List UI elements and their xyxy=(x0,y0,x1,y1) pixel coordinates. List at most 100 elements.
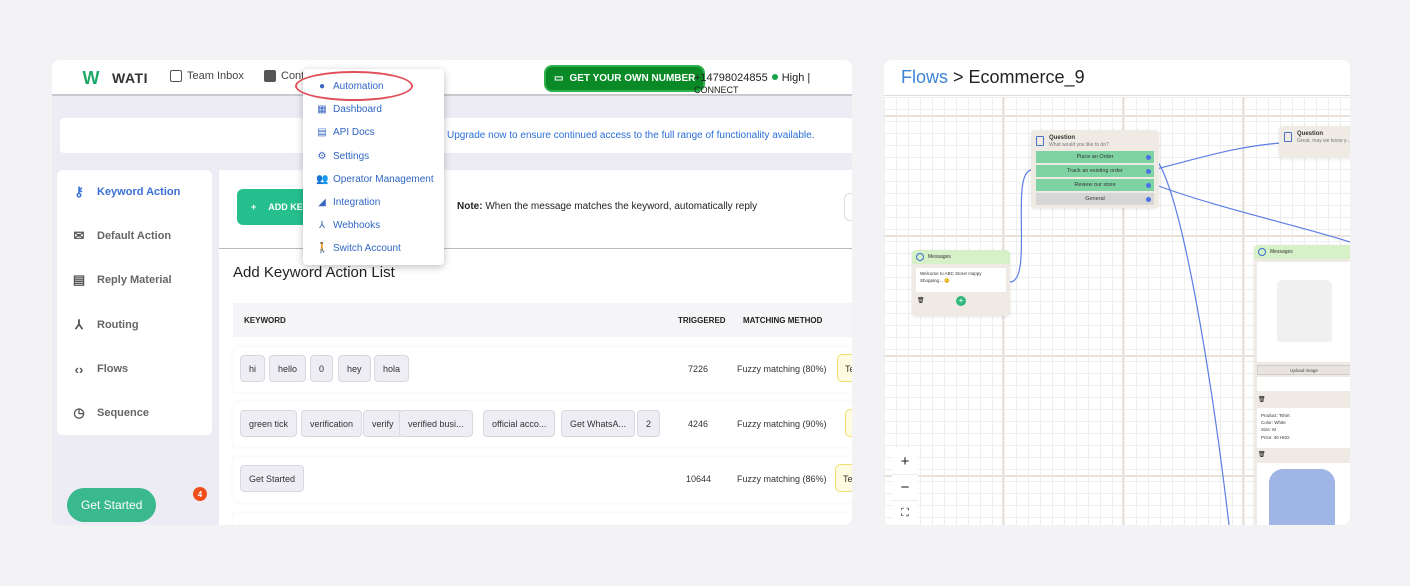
question-node[interactable]: Question Great, may we know y... to trac… xyxy=(1279,126,1350,158)
table-row[interactable]: hi hello 0 hey hola 7226 Fuzzy matching … xyxy=(233,347,852,392)
table-row[interactable]: Get Started 10644 Fuzzy matching (86%) T… xyxy=(233,457,852,502)
brand-name: WATI xyxy=(112,70,148,86)
connection-point[interactable] xyxy=(1146,168,1151,174)
connection-point[interactable] xyxy=(1146,154,1151,160)
table-header: KEYWORD TRIGGERED MATCHING METHOD xyxy=(233,303,852,337)
integration-icon: ◢ xyxy=(318,196,326,208)
menu-item-webhooks[interactable]: ⅄ Webhooks xyxy=(316,215,380,235)
sidebar-item-routing[interactable]: ⅄ Routing xyxy=(57,310,212,340)
routing-icon: ⅄ xyxy=(75,317,83,332)
book-icon: ▤ xyxy=(317,126,327,138)
add-step-icon[interactable]: + xyxy=(956,296,966,306)
menu-item-api-docs[interactable]: ▤ API Docs xyxy=(316,122,374,142)
keyword-chip: green tick xyxy=(240,410,298,437)
connection-status: CONNECT xyxy=(694,85,739,95)
get-your-own-number-button[interactable]: ▭ GET YOUR OWN NUMBER xyxy=(544,65,706,92)
keyword-chip: official acco... xyxy=(483,410,556,437)
document-icon xyxy=(1284,132,1292,142)
connector xyxy=(1151,142,1281,171)
zoom-in-button[interactable]: + xyxy=(892,449,918,475)
highlight-annotation xyxy=(295,71,413,101)
question-node[interactable]: Question What would you like to do? Plac… xyxy=(1031,130,1159,208)
monitor-icon: ▭ xyxy=(554,73,564,84)
option-button[interactable]: General xyxy=(1036,193,1154,205)
trash-icon[interactable]: 🗑 xyxy=(1258,451,1266,458)
automation-sidebar: ⚷ Keyword Action ✉ Default Action ▤ Repl… xyxy=(57,170,212,435)
dashboard-icon: ▦ xyxy=(317,103,327,115)
option-button[interactable]: Track an existing order xyxy=(1036,165,1154,177)
breadcrumb-current: Ecommerce_9 xyxy=(968,67,1085,87)
zoom-controls: + − ⛶ 🔓 xyxy=(892,449,918,525)
contacts-icon xyxy=(264,70,276,82)
nav-team-inbox[interactable]: Team Inbox xyxy=(170,70,244,82)
sidebar-item-flows[interactable]: ‹› Flows xyxy=(57,354,212,384)
message-node[interactable]: Messages Welcome to ABC Store! Happy Sho… xyxy=(912,250,1010,316)
breadcrumb: Flows > Ecommerce_9 xyxy=(901,67,1085,87)
get-started-button[interactable]: Get Started xyxy=(67,488,157,522)
plus-icon: + xyxy=(251,202,257,212)
connector xyxy=(1155,184,1350,243)
shirt-image xyxy=(1257,463,1350,525)
quality-label: High xyxy=(781,72,805,84)
flow-builder-panel: Flows > Ecommerce_9 Question What would … xyxy=(884,60,1350,525)
menu-item-operator-management[interactable]: 👥 Operator Management xyxy=(316,169,434,189)
search-box[interactable] xyxy=(844,193,852,221)
matching-method: Fuzzy matching (86%) xyxy=(737,474,827,484)
connection-point[interactable] xyxy=(1146,182,1151,188)
trash-icon[interactable]: 🗑 xyxy=(917,297,925,304)
reply-tag[interactable]: Te xyxy=(835,464,852,492)
menu-item-integration[interactable]: ◢ Integration xyxy=(316,192,380,212)
table-row[interactable] xyxy=(233,513,852,525)
upload-image-button[interactable]: Upload image xyxy=(1257,365,1350,375)
phone-number: +14798024855 xyxy=(694,72,768,84)
wati-logo-icon[interactable]: W xyxy=(80,67,102,89)
note-text: Note: When the message matches the keywo… xyxy=(457,201,758,212)
keyword-chip: verification xyxy=(301,410,363,437)
keyword-chip: Get WhatsA... xyxy=(561,410,636,437)
phone-status: +14798024855 High | CONNECT xyxy=(694,72,811,95)
sidebar-item-sequence[interactable]: ◷ Sequence xyxy=(57,398,212,428)
keyword-chip: Get Started xyxy=(240,465,305,492)
message-text: Welcome to ABC Store! Happy Shopping... … xyxy=(916,268,1006,292)
matching-method: Fuzzy matching (90%) xyxy=(737,419,827,429)
triggered-count: 7226 xyxy=(688,364,709,374)
message-icon xyxy=(1258,248,1266,256)
fit-view-button[interactable]: ⛶ xyxy=(892,501,918,525)
option-button[interactable]: Place an Order xyxy=(1036,151,1154,163)
sidebar-item-keyword-action[interactable]: ⚷ Keyword Action xyxy=(57,177,212,207)
keyword-chip: hola xyxy=(374,355,410,382)
inbox-icon xyxy=(170,70,182,82)
column-keyword: KEYWORD xyxy=(244,316,286,325)
keyword-chip: 0 xyxy=(310,355,334,382)
table-row[interactable]: green tick verification verify verified … xyxy=(233,402,852,447)
keyword-chip: hello xyxy=(269,355,307,382)
keyword-chip: 2 xyxy=(637,410,661,437)
top-navbar: W WATI Team Inbox Cont ▭ GET YOUR OWN NU… xyxy=(52,60,852,96)
connector xyxy=(1155,158,1230,525)
webhook-icon: ⅄ xyxy=(318,219,326,231)
menu-item-dashboard[interactable]: ▦ Dashboard xyxy=(316,99,382,119)
code-icon: ‹› xyxy=(74,361,84,377)
document-icon xyxy=(1036,136,1044,146)
trash-icon[interactable]: 🗑 xyxy=(1258,396,1266,403)
breadcrumb-flows-link[interactable]: Flows xyxy=(901,67,948,87)
reply-tag[interactable] xyxy=(845,409,852,437)
connector xyxy=(1009,169,1033,283)
column-matching-method: MATCHING METHOD xyxy=(743,316,823,325)
message-node[interactable]: Messages Upload image 🗑 Product: Tshirt … xyxy=(1254,245,1350,525)
sidebar-item-reply-material[interactable]: ▤ Reply Material xyxy=(57,265,212,295)
zoom-out-button[interactable]: − xyxy=(892,475,918,501)
connection-point[interactable] xyxy=(1146,196,1151,202)
option-button[interactable]: Review our store xyxy=(1036,179,1154,191)
keyword-chip: verify xyxy=(363,410,403,437)
tshirt-image xyxy=(1257,262,1350,362)
column-triggered: TRIGGERED xyxy=(678,316,726,325)
flow-canvas[interactable]: Question What would you like to do? Plac… xyxy=(884,97,1350,525)
reply-tag[interactable]: Te xyxy=(837,354,852,382)
keyword-chip: hey xyxy=(338,355,371,382)
upgrade-banner-text[interactable]: Upgrade now to ensure continued access t… xyxy=(447,130,814,141)
keyword-chip: verified busi... xyxy=(399,410,473,437)
menu-item-settings[interactable]: ⚙ Settings xyxy=(316,146,370,166)
sidebar-item-default-action[interactable]: ✉ Default Action xyxy=(57,221,212,251)
menu-item-switch-account[interactable]: 🚶 Switch Account xyxy=(316,238,401,258)
